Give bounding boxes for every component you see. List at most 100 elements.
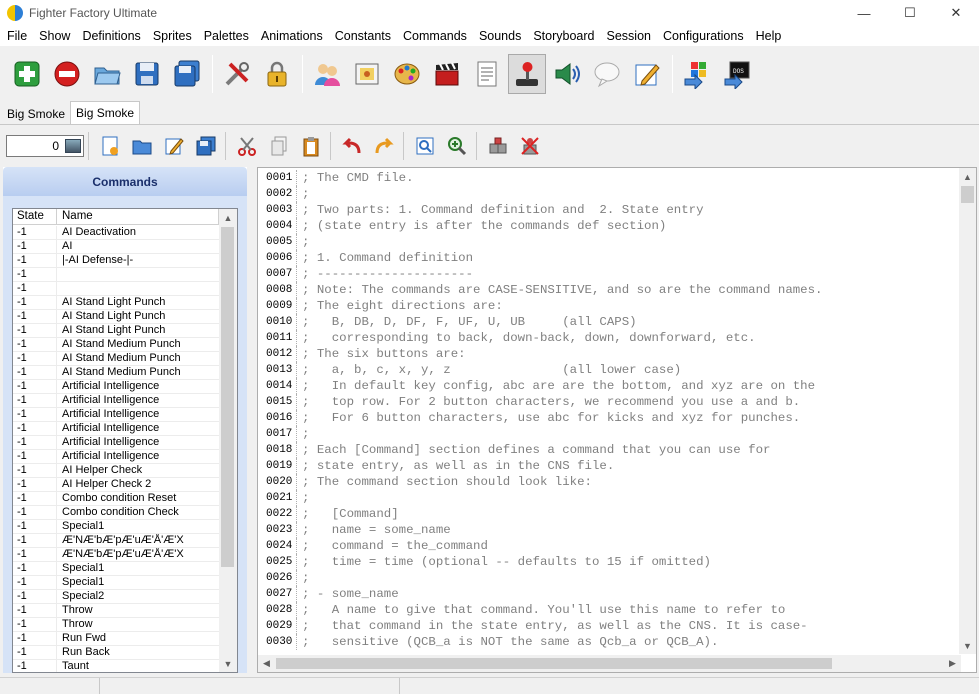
new-project-button[interactable]: [8, 54, 46, 94]
table-row[interactable]: -1 Æ'NÆ'bÆ'pÆ'uÆ'Å'Æ'X: [13, 548, 219, 562]
table-row[interactable]: -1 Artificial Intelligence: [13, 450, 219, 464]
scroll-down-arrow-icon[interactable]: ▼: [959, 637, 976, 654]
table-row[interactable]: -1 Taunt: [13, 660, 219, 672]
run-dos-button[interactable]: DOS: [718, 54, 756, 94]
sounds-button[interactable]: [548, 54, 586, 94]
table-row[interactable]: -1 AI: [13, 240, 219, 254]
editor-horizontal-scrollbar[interactable]: ◀ ▶: [258, 655, 961, 672]
editor-vertical-scrollbar[interactable]: ▲ ▼: [959, 168, 976, 654]
code-line[interactable]: 0021;: [258, 490, 958, 506]
copy-button[interactable]: [264, 131, 294, 161]
table-row[interactable]: -1 Run Back: [13, 646, 219, 660]
scroll-thumb[interactable]: [961, 186, 974, 203]
scroll-left-arrow-icon[interactable]: ◀: [258, 655, 275, 672]
menu-sounds[interactable]: Sounds: [473, 26, 527, 46]
redo-button[interactable]: [369, 131, 399, 161]
calculator-icon[interactable]: [65, 139, 81, 153]
menu-show[interactable]: Show: [33, 26, 76, 46]
table-row[interactable]: -1 Special2: [13, 590, 219, 604]
code-line[interactable]: 0015; top row. For 2 button characters, …: [258, 394, 958, 410]
edit-file-button[interactable]: [159, 131, 189, 161]
menu-help[interactable]: Help: [750, 26, 788, 46]
code-line[interactable]: 0004; (state entry is after the commands…: [258, 218, 958, 234]
cut-button[interactable]: [232, 131, 262, 161]
table-row[interactable]: -1: [13, 268, 219, 282]
scroll-up-arrow-icon[interactable]: ▲: [959, 168, 976, 185]
menu-sprites[interactable]: Sprites: [147, 26, 198, 46]
code-line[interactable]: 0010; B, DB, D, DF, F, UF, U, UB (all CA…: [258, 314, 958, 330]
code-line[interactable]: 0013; a, b, c, x, y, z (all lower case): [258, 362, 958, 378]
code-line[interactable]: 0011; corresponding to back, down-back, …: [258, 330, 958, 346]
table-row[interactable]: -1 Æ'NÆ'bÆ'pÆ'uÆ'Å'Æ'X: [13, 534, 219, 548]
code-line[interactable]: 0018; Each [Command] section defines a c…: [258, 442, 958, 458]
open-project-button[interactable]: [88, 54, 126, 94]
undo-button[interactable]: [337, 131, 367, 161]
table-row[interactable]: -1 Artificial Intelligence: [13, 380, 219, 394]
save-button[interactable]: [128, 54, 166, 94]
menu-constants[interactable]: Constants: [329, 26, 397, 46]
table-row[interactable]: -1 Artificial Intelligence: [13, 408, 219, 422]
table-row[interactable]: -1 AI Deactivation: [13, 226, 219, 240]
add-command-button[interactable]: [483, 131, 513, 161]
table-row[interactable]: -1 AI Stand Medium Punch: [13, 352, 219, 366]
code-line[interactable]: 0014; In default key config, abc are are…: [258, 378, 958, 394]
scroll-thumb[interactable]: [276, 658, 832, 669]
scroll-down-arrow-icon[interactable]: ▼: [219, 655, 237, 672]
column-header-state[interactable]: State: [13, 209, 57, 224]
menu-storyboard[interactable]: Storyboard: [527, 26, 600, 46]
menu-session[interactable]: Session: [601, 26, 657, 46]
code-line[interactable]: 0012; The six buttons are:: [258, 346, 958, 362]
menu-palettes[interactable]: Palettes: [198, 26, 255, 46]
close-button[interactable]: ✕: [933, 0, 979, 26]
code-line[interactable]: 0005;: [258, 234, 958, 250]
storyboard-button[interactable]: [588, 54, 626, 94]
find-button[interactable]: [410, 131, 440, 161]
table-row[interactable]: -1 Artificial Intelligence: [13, 394, 219, 408]
palettes-button[interactable]: [388, 54, 426, 94]
save-file-button[interactable]: [191, 131, 221, 161]
table-row[interactable]: -1 AI Stand Light Punch: [13, 324, 219, 338]
code-line[interactable]: 0001; The CMD file.: [258, 170, 958, 186]
tools-button[interactable]: [218, 54, 256, 94]
table-row[interactable]: -1 Throw: [13, 604, 219, 618]
table-row[interactable]: -1 Special1: [13, 520, 219, 534]
table-row[interactable]: -1 AI Stand Medium Punch: [13, 338, 219, 352]
tab-big-smoke-2[interactable]: Big Smoke: [70, 101, 141, 124]
table-row[interactable]: -1 AI Stand Light Punch: [13, 296, 219, 310]
lock-button[interactable]: [258, 54, 296, 94]
code-line[interactable]: 0027; - some_name: [258, 586, 958, 602]
minimize-button[interactable]: —: [841, 0, 887, 26]
code-line[interactable]: 0020; The command section should look li…: [258, 474, 958, 490]
code-line[interactable]: 0029; that command in the state entry, a…: [258, 618, 958, 634]
code-line[interactable]: 0003; Two parts: 1. Command definition a…: [258, 202, 958, 218]
scroll-right-arrow-icon[interactable]: ▶: [944, 655, 961, 672]
characters-button[interactable]: [308, 54, 346, 94]
table-row[interactable]: -1 AI Helper Check 2: [13, 478, 219, 492]
code-line[interactable]: 0017;: [258, 426, 958, 442]
code-line[interactable]: 0007; ---------------------: [258, 266, 958, 282]
commands-button[interactable]: [508, 54, 546, 94]
animations-button[interactable]: [428, 54, 466, 94]
table-row[interactable]: -1 AI Stand Light Punch: [13, 310, 219, 324]
code-line[interactable]: 0024; command = the_command: [258, 538, 958, 554]
code-lines[interactable]: 0001; The CMD file. 0002; 0003; Two parts:…: [258, 170, 958, 654]
edit-button[interactable]: [628, 54, 666, 94]
menu-file[interactable]: File: [1, 26, 33, 46]
scroll-thumb[interactable]: [221, 227, 234, 567]
menu-animations[interactable]: Animations: [255, 26, 329, 46]
table-row[interactable]: -1 AI Stand Medium Punch: [13, 366, 219, 380]
code-editor[interactable]: 0001; The CMD file. 0002; 0003; Two parts:…: [257, 167, 977, 673]
menu-configurations[interactable]: Configurations: [657, 26, 750, 46]
table-row[interactable]: -1 |-AI Defense-|-: [13, 254, 219, 268]
table-row[interactable]: -1 Combo condition Reset: [13, 492, 219, 506]
remove-command-button[interactable]: [515, 131, 545, 161]
commands-list-scrollbar[interactable]: ▲ ▼: [219, 209, 237, 672]
code-line[interactable]: 0026;: [258, 570, 958, 586]
new-file-button[interactable]: [95, 131, 125, 161]
table-row[interactable]: -1 Special1: [13, 562, 219, 576]
table-row[interactable]: -1 Artificial Intelligence: [13, 422, 219, 436]
table-row[interactable]: -1 Run Fwd: [13, 632, 219, 646]
menu-commands[interactable]: Commands: [397, 26, 473, 46]
commands-list[interactable]: State Name -1 AI Deactivation -1 AI -1 |-AI D…: [12, 208, 238, 673]
column-header-name[interactable]: Name: [57, 209, 219, 224]
